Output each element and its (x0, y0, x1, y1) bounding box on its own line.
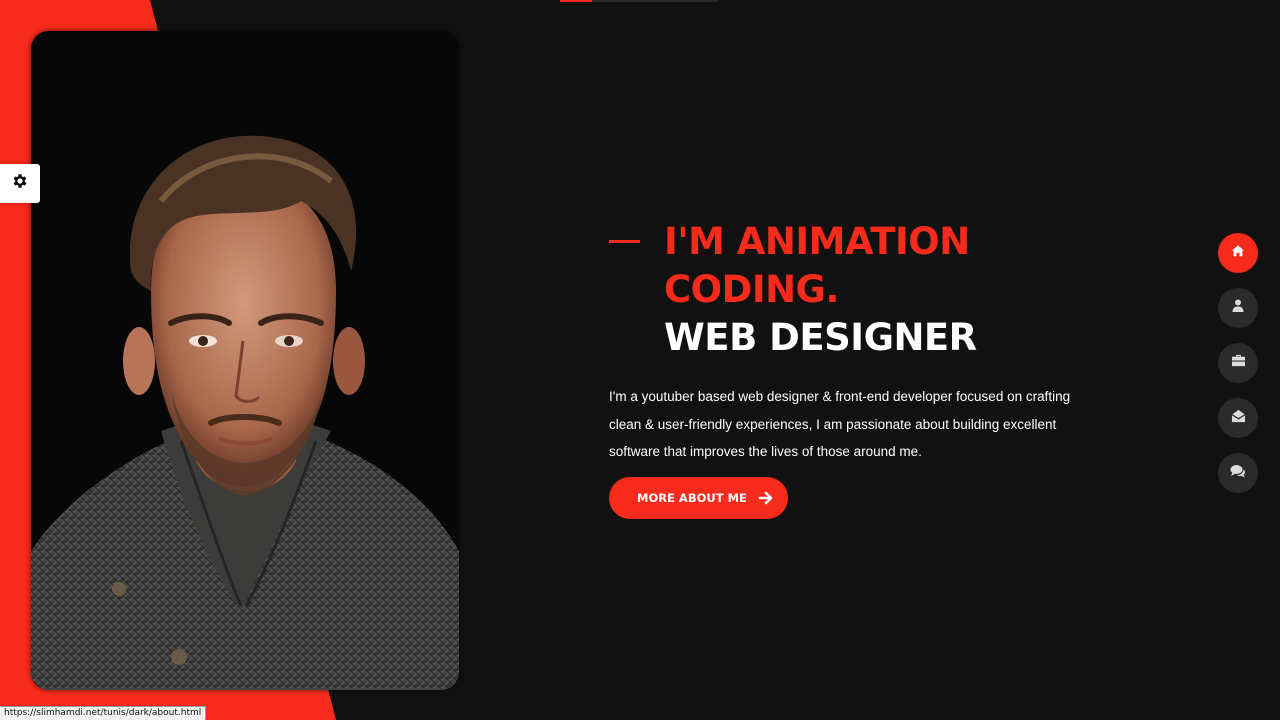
hero-section: I'M ANIMATION CODING. WEB DESIGNER I'm a… (609, 218, 1079, 466)
user-icon (1232, 299, 1244, 317)
page-progress-bar (560, 0, 718, 2)
hero-accent-line (609, 240, 640, 243)
nav-contact-button[interactable] (1218, 398, 1258, 438)
envelope-open-icon (1231, 409, 1246, 428)
more-about-me-button[interactable]: MORE ABOUT ME (609, 477, 788, 519)
home-icon (1231, 244, 1245, 263)
more-about-me-label: MORE ABOUT ME (637, 491, 747, 505)
comments-icon (1230, 464, 1246, 483)
page-progress-fill (560, 0, 592, 2)
nav-home-button[interactable] (1218, 233, 1258, 273)
nav-blog-button[interactable] (1218, 453, 1258, 493)
hero-title-line-3: WEB DESIGNER (664, 316, 977, 359)
profile-portrait (31, 31, 459, 690)
side-navigation (1218, 233, 1258, 508)
nav-about-button[interactable] (1218, 288, 1258, 328)
browser-status-url: https://slimhamdi.net/tunis/dark/about.h… (0, 706, 207, 720)
hero-title: I'M ANIMATION CODING. WEB DESIGNER (664, 218, 1079, 362)
sweater-button (171, 649, 187, 665)
hero-title-line-1: I'M ANIMATION (664, 220, 970, 263)
settings-toggle-button[interactable] (0, 164, 40, 203)
hero-description: I'm a youtuber based web designer & fron… (609, 389, 1071, 459)
sweater-button (112, 582, 126, 596)
hero-title-line-2: CODING. (664, 268, 839, 311)
arrow-right-icon (758, 490, 774, 511)
gear-icon (11, 172, 29, 195)
nav-portfolio-button[interactable] (1218, 343, 1258, 383)
portrait-illustration (31, 31, 459, 690)
briefcase-icon (1231, 354, 1246, 372)
